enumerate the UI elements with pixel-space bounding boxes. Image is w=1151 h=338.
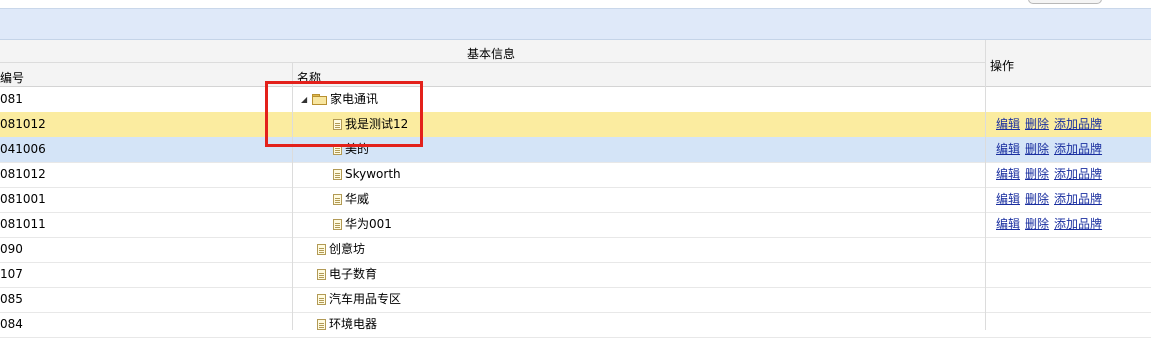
tree-node[interactable]: Skyworth [333, 162, 401, 187]
document-icon [333, 169, 342, 180]
edit-link[interactable]: 编辑 [996, 192, 1020, 206]
row-actions: 编辑 删除 添加品牌 [996, 112, 1107, 137]
highlight-annotation [265, 81, 423, 147]
document-icon [317, 319, 326, 330]
row-actions: 编辑 删除 添加品牌 [996, 162, 1107, 187]
table-row[interactable]: 107 电子数育 [0, 262, 1151, 288]
table-row[interactable]: 081 ◢ 家电通讯 [0, 87, 1151, 113]
delete-link[interactable]: 删除 [1025, 167, 1049, 181]
row-code: 081011 [0, 217, 46, 231]
delete-link[interactable]: 删除 [1025, 192, 1049, 206]
edit-link[interactable]: 编辑 [996, 117, 1020, 131]
row-code: 081 [0, 92, 23, 106]
panel-header [0, 9, 1151, 40]
row-code: 084 [0, 317, 23, 331]
row-code: 107 [0, 267, 23, 281]
edit-link[interactable]: 编辑 [996, 167, 1020, 181]
row-actions: 编辑 删除 添加品牌 [996, 212, 1107, 237]
tree-node-label: Skyworth [345, 167, 401, 181]
tree-node-label: 创意坊 [329, 242, 366, 256]
row-code: 085 [0, 292, 23, 306]
tree-node-label: 华威 [345, 192, 370, 206]
row-code: 081001 [0, 192, 46, 206]
tree-node[interactable]: 汽车用品专区 [317, 287, 401, 312]
table-row[interactable]: 081012 Skyworth 编辑 删除 添加品牌 [0, 162, 1151, 188]
row-code: 041006 [0, 142, 46, 156]
header-divider [0, 62, 985, 63]
tree-node[interactable]: 电子数育 [317, 262, 377, 287]
column-header-ops: 操作 [990, 59, 1015, 73]
table-row[interactable]: 085 汽车用品专区 [0, 287, 1151, 313]
edit-link[interactable]: 编辑 [996, 142, 1020, 156]
add-brand-link[interactable]: 添加品牌 [1054, 142, 1102, 156]
row-actions: 编辑 删除 添加品牌 [996, 187, 1107, 212]
tree-node[interactable]: 华威 [333, 187, 369, 212]
add-brand-link[interactable]: 添加品牌 [1054, 217, 1102, 231]
edit-link[interactable]: 编辑 [996, 217, 1020, 231]
tree-node-label: 环境电器 [329, 317, 378, 331]
row-code: 081012 [0, 167, 46, 181]
add-brand-link[interactable]: 添加品牌 [1054, 167, 1102, 181]
table-row[interactable]: 081011 华为001 编辑 删除 添加品牌 [0, 212, 1151, 238]
document-icon [317, 294, 326, 305]
delete-link[interactable]: 删除 [1025, 217, 1049, 231]
add-brand-link[interactable]: 添加品牌 [1054, 192, 1102, 206]
table-row[interactable]: 041006 美的 编辑 删除 添加品牌 [0, 137, 1151, 163]
column-divider [985, 40, 986, 330]
table-row[interactable]: 081012 我是测试12 编辑 删除 添加品牌 [0, 112, 1151, 138]
document-icon [317, 244, 326, 255]
tree-node-label: 华为001 [345, 217, 392, 231]
delete-link[interactable]: 删除 [1025, 117, 1049, 131]
toolbar-button[interactable] [1028, 0, 1102, 4]
table-row[interactable]: 090 创意坊 [0, 237, 1151, 263]
tree-node[interactable]: 华为001 [333, 212, 392, 237]
top-toolbar [0, 0, 1151, 9]
row-code: 081012 [0, 117, 46, 131]
table-row[interactable]: 084 环境电器 [0, 312, 1151, 338]
document-icon [317, 269, 326, 280]
tree-node-label: 电子数育 [329, 267, 378, 281]
column-header-code[interactable]: 编号 [0, 69, 24, 86]
tree-node[interactable]: 创意坊 [317, 237, 365, 262]
tree-node-label: 汽车用品专区 [329, 292, 402, 306]
row-actions: 编辑 删除 添加品牌 [996, 137, 1107, 162]
grid-header: 基本信息 编号 名称 操作 [0, 40, 1151, 87]
row-code: 090 [0, 242, 23, 256]
table-row[interactable]: 081001 华威 编辑 删除 添加品牌 [0, 187, 1151, 213]
document-icon [333, 219, 342, 230]
header-group-title: 基本信息 [467, 47, 516, 61]
delete-link[interactable]: 删除 [1025, 142, 1049, 156]
document-icon [333, 194, 342, 205]
tree-node[interactable]: 环境电器 [317, 312, 377, 337]
add-brand-link[interactable]: 添加品牌 [1054, 117, 1102, 131]
